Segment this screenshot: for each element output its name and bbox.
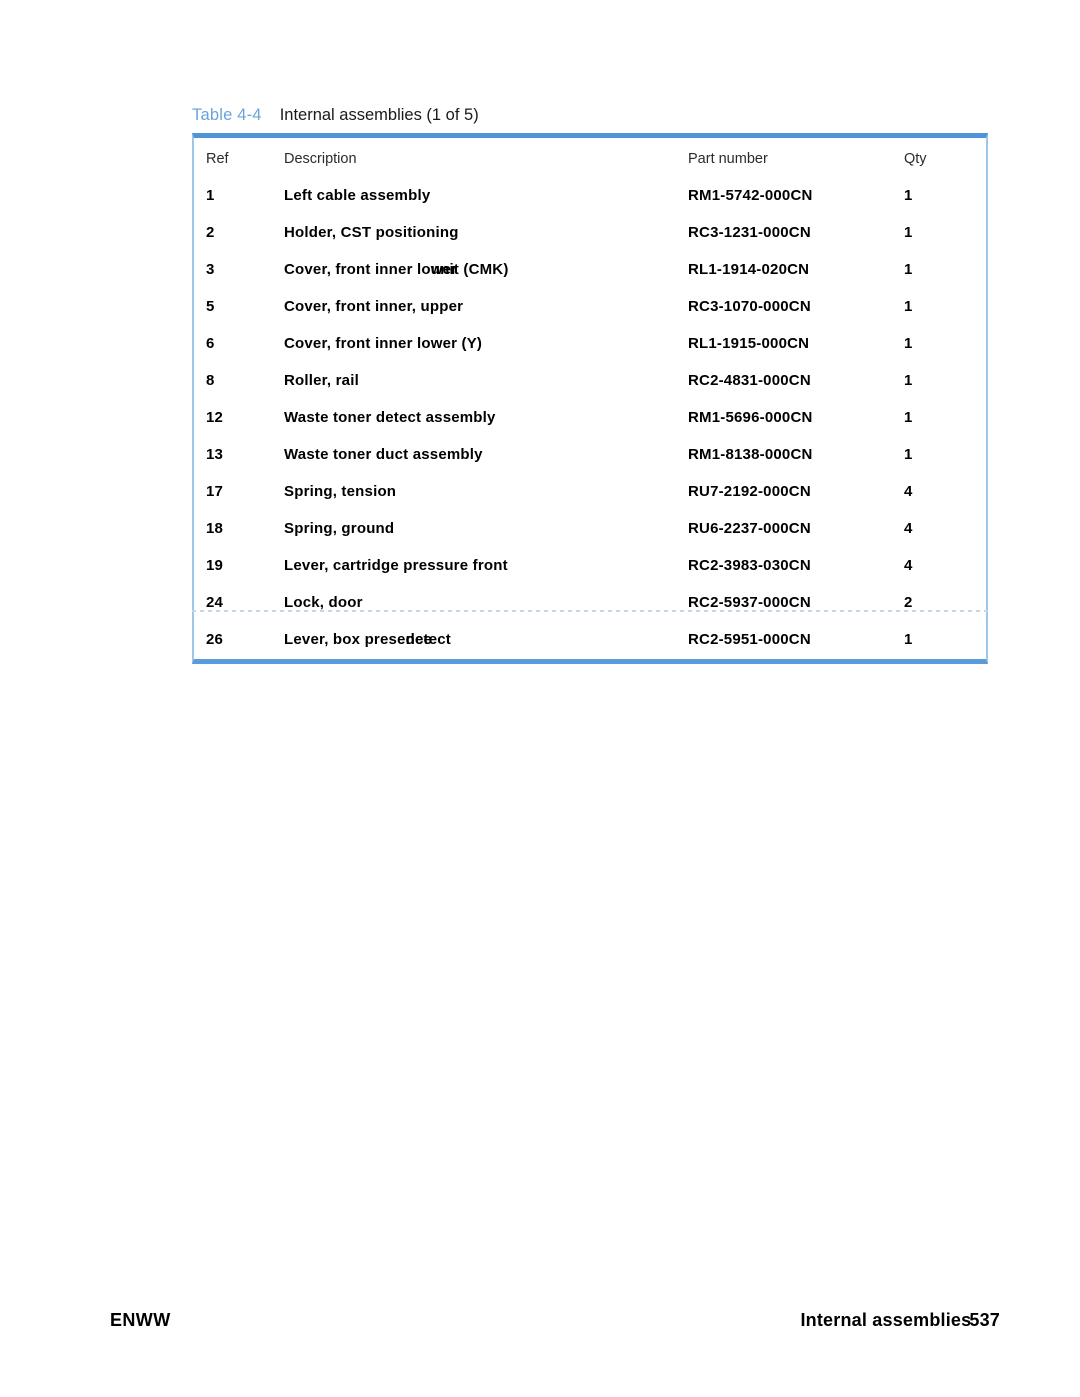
table-row: 19 Lever, cartridge pressure front RC2-398… (194, 548, 986, 585)
cell-ref: 3 (206, 261, 215, 278)
cell-qty: 1 (904, 298, 913, 315)
table-row: 1 Left cable assembly RM1-5742-000CN 1 (194, 178, 986, 215)
overlapping-text: unitwerunit (431, 260, 459, 280)
cell-qty: 1 (904, 446, 913, 463)
table-row: 24 Lock, door RC2-5937-000CN 2 (194, 585, 986, 622)
cell-ref: 5 (206, 298, 215, 315)
cell-description: Cover, front inner, upper (284, 298, 464, 315)
cell-part-number: RM1-5742-000CN (688, 187, 813, 204)
document-page: Table 4-4 Internal assemblies (1 of 5) Re… (0, 0, 1080, 1397)
cell-description: Cover, front inner lower (Y) (284, 335, 483, 352)
table-caption-label: Table 4-4 (192, 106, 262, 124)
cell-ref: 2 (206, 224, 215, 241)
cell-ref: 18 (206, 520, 224, 537)
footer-page-number: 537 (969, 1310, 1000, 1330)
cell-description: Cover, front inner lounitwerunit (CMK) (284, 260, 509, 280)
cell-description: Waste toner detect assembly (284, 409, 496, 426)
cell-description: Left cable assembly (284, 187, 431, 204)
header-cell-qty: Qty (904, 151, 927, 167)
footer-right: Internal assemblies537 (800, 1310, 1000, 1331)
table-row: 13 Waste toner duct assembly RM1-8138-000C… (194, 437, 986, 474)
table-row: 12 Waste toner detect assembly RM1-5696-00… (194, 400, 986, 437)
cell-part-number: RC2-4831-000CN (688, 372, 811, 389)
overlap-word-b: unit (430, 261, 460, 278)
cell-description: Lever, cartridge pressure front (284, 557, 508, 574)
cell-qty: 1 (904, 224, 913, 241)
table-row: 17 Spring, tension RU7-2192-000CN 4 (194, 474, 986, 511)
cell-ref: 1 (206, 187, 215, 204)
table-row: 18 Spring, ground RU6-2237-000CN 4 (194, 511, 986, 548)
header-cell-part-number: Part number (688, 151, 768, 167)
cell-ref: 8 (206, 372, 215, 389)
cell-part-number: RC3-1231-000CN (688, 224, 811, 241)
cell-ref: 6 (206, 335, 215, 352)
cell-part-number: RU6-2237-000CN (688, 520, 811, 537)
footer-section-title: Internal assemblies (800, 1310, 972, 1330)
cell-description: Holder, CST positioning (284, 224, 459, 241)
cell-description: Spring, tension (284, 483, 397, 500)
cell-qty: 1 (904, 409, 913, 426)
cell-description: Waste toner duct assembly (284, 446, 483, 463)
cell-part-number: RC3-1070-000CN (688, 298, 811, 315)
cell-ref: 13 (206, 446, 224, 463)
cell-qty: 4 (904, 483, 913, 500)
cell-part-number: RU7-2192-000CN (688, 483, 811, 500)
overlapping-text: detectncedetect (406, 630, 451, 650)
cell-part-number: RM1-5696-000CN (688, 409, 813, 426)
table-bottom-rule (192, 610, 988, 612)
cell-ref: 26 (206, 631, 224, 648)
table-header-row: Ref Description Part number Qty (194, 138, 986, 178)
header-cell-description: Description (284, 151, 357, 167)
table-caption-text: Internal assemblies (1 of 5) (279, 106, 479, 124)
cell-ref: 19 (206, 557, 224, 574)
cell-description: Lever, box presedetectncedetect (284, 630, 451, 650)
cell-part-number: RC2-5951-000CN (688, 631, 811, 648)
cell-qty: 1 (904, 631, 913, 648)
table-row: 6 Cover, front inner lower (Y) RL1-1915-00… (194, 326, 986, 363)
table-row: 26 Lever, box presedetectncedetect RC2-595… (194, 622, 986, 659)
table-row: 5 Cover, front inner, upper RC3-1070-000CN… (194, 289, 986, 326)
cell-part-number: RL1-1914-020CN (688, 261, 810, 278)
cell-qty: 4 (904, 520, 913, 537)
table-row: 2 Holder, CST positioning RC3-1231-000CN 1 (194, 215, 986, 252)
table-body: 1 Left cable assembly RM1-5742-000CN 1 2 Hold… (194, 178, 986, 659)
cell-part-number: RL1-1915-000CN (688, 335, 810, 352)
cell-qty: 1 (904, 372, 913, 389)
cell-qty: 1 (904, 261, 913, 278)
cell-description: Roller, rail (284, 372, 359, 389)
table-row: 3 Cover, front inner lounitwerunit (CMK) R… (194, 252, 986, 289)
overlap-word-b: detect (405, 631, 451, 648)
cell-qty: 1 (904, 335, 913, 352)
parts-table: Ref Description Part number Qty 1 Left ca… (192, 133, 988, 664)
cell-part-number: RM1-8138-000CN (688, 446, 813, 463)
cell-qty: 4 (904, 557, 913, 574)
cell-part-number: RC2-3983-030CN (688, 557, 811, 574)
cell-description: Spring, ground (284, 520, 395, 537)
header-cell-ref: Ref (206, 151, 229, 167)
table-row: 8 Roller, rail RC2-4831-000CN 1 (194, 363, 986, 400)
cell-ref: 12 (206, 409, 224, 426)
cell-qty: 1 (904, 187, 913, 204)
cell-ref: 17 (206, 483, 224, 500)
footer-left-text: ENWW (110, 1310, 171, 1330)
table-caption: Table 4-4 Internal assemblies (1 of 5) (192, 104, 479, 126)
